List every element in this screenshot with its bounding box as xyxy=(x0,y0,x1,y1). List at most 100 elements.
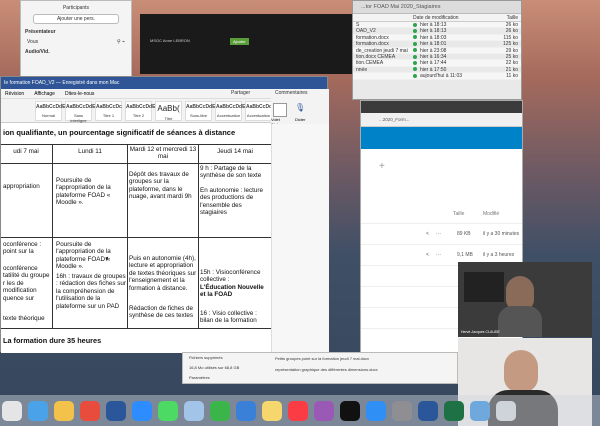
finder-row[interactable]: aujourd'hui à 11:03 11 ko xyxy=(353,73,521,80)
zoom-icon[interactable] xyxy=(132,400,152,421)
comments-button[interactable]: Commentaires xyxy=(275,90,308,96)
add-icon[interactable]: + xyxy=(379,161,385,172)
podcasts-icon[interactable] xyxy=(314,400,334,421)
word-icon[interactable] xyxy=(106,400,126,421)
day-3: Mardi 12 et mercredi 13 mai xyxy=(129,146,197,161)
dock xyxy=(0,395,600,426)
document-page[interactable]: ion qualifiante, un pourcentage signific… xyxy=(1,124,271,353)
excel-icon[interactable] xyxy=(444,400,464,421)
cell-8a: 15h : Visioconférence collective : xyxy=(200,269,261,284)
cell-1: appropriation xyxy=(3,183,40,190)
video-badge[interactable]: Ajouter xyxy=(230,38,249,45)
menu-tell[interactable]: Dites-le-nous xyxy=(65,89,94,98)
sync-status-icon xyxy=(413,41,417,46)
style-6[interactable]: AaBbCcDdEe Accentuation xyxy=(215,100,248,121)
row-size: 9,1 MB xyxy=(457,252,473,258)
finder-icon[interactable] xyxy=(28,400,48,421)
more-icon[interactable]: ··· xyxy=(436,252,441,258)
finder-window: ...tor FOAD Mai 2020_Stagiaires Date de … xyxy=(352,0,522,100)
cell-6b: 16h : travaux de groupes : rédaction des… xyxy=(56,273,127,310)
cell-7b: Rédaction de fiches de synthèse de ces t… xyxy=(129,305,194,320)
cell-5b: oconférence tatilité du groupe r les de … xyxy=(3,265,50,302)
keynote-icon[interactable] xyxy=(236,400,256,421)
ribbon-actions: Partager Commentaires Volet Styles 🎙 Dic… xyxy=(231,89,329,127)
person-head xyxy=(504,350,538,392)
style-3[interactable]: AaBbCcDdE Titre 2 xyxy=(125,100,155,121)
share-icon[interactable]: < xyxy=(426,252,429,258)
word-window: Ie formation FOAD_V2 — Enregistré dans m… xyxy=(0,76,329,353)
schedule-table: udi 7 mai Lundi 11 Mardi 12 et mercredi … xyxy=(1,144,271,329)
participant-item[interactable]: Vous ⚲ ⌁ xyxy=(21,37,131,47)
presenter-section: Présentateur xyxy=(25,29,56,35)
cell-8c: 16 : Visio collective : bilan de la form… xyxy=(200,310,257,325)
cell-5c: texte théorique xyxy=(3,315,45,322)
style-0[interactable]: AaBbCcDdEe Normal xyxy=(35,100,68,121)
chrome-icon[interactable] xyxy=(80,400,100,421)
finder-header: Date de modification Taille xyxy=(353,14,521,22)
row-size: 89 KB xyxy=(457,231,471,237)
share-button[interactable]: Partager xyxy=(231,90,250,96)
style-7[interactable]: AaBbCcDdEe Accentuation xyxy=(245,100,278,121)
cell-6a: Poursuite de l'appropriation de la plate… xyxy=(56,241,111,271)
popup-file-2[interactable]: représentation graphique des différentes… xyxy=(275,367,378,372)
url-bar[interactable]: ...2020_Form... xyxy=(361,113,522,127)
row-modified: il y a 3 heures xyxy=(483,252,515,258)
more-icon[interactable]: ··· xyxy=(436,231,441,237)
styles-pane-icon[interactable] xyxy=(273,103,287,117)
settings-icon[interactable] xyxy=(392,400,412,421)
popup-file-1[interactable]: Petits groupes point sur la formation je… xyxy=(275,356,369,361)
popup-usage: 16,8 Mo utilisés sur 68,8 GB xyxy=(189,365,240,370)
numbers-icon[interactable] xyxy=(210,400,230,421)
dictate-button[interactable]: Dicter xyxy=(295,117,305,122)
preview-icon[interactable] xyxy=(184,400,204,421)
finder-col-date[interactable]: Date de modification xyxy=(413,14,481,21)
share-icon[interactable]: < xyxy=(426,231,429,237)
col-size[interactable]: Taille xyxy=(453,211,464,217)
doc-heading: ion qualifiante, un pourcentage signific… xyxy=(3,128,236,137)
menu-revision[interactable]: Révision xyxy=(5,89,24,98)
sync-status-icon xyxy=(413,67,417,72)
music-icon[interactable] xyxy=(288,400,308,421)
add-participant-button[interactable]: Ajouter une pers. xyxy=(33,14,119,24)
word2-icon[interactable] xyxy=(418,400,438,421)
day-1: udi 7 mai xyxy=(13,148,39,155)
menu-affichage[interactable]: Affichage xyxy=(34,89,55,98)
sync-status-icon xyxy=(413,35,417,40)
finder-title: ...tor FOAD Mai 2020_Stagiaires xyxy=(353,1,521,14)
cell-8b: L'Éducation Nouvelle et la FOAD xyxy=(200,284,264,299)
sync-status-icon xyxy=(413,54,417,59)
sync-status-icon xyxy=(413,22,417,27)
person-head xyxy=(506,276,534,310)
popup-deleted[interactable]: Fichiers supprimés xyxy=(189,355,223,360)
notes-icon[interactable] xyxy=(262,400,282,421)
doc-footer: La formation dure 35 heures xyxy=(3,336,102,345)
style-1[interactable]: AaBbCcDdEe Sans interligne xyxy=(65,100,98,123)
finder2-icon[interactable] xyxy=(470,400,490,421)
video-window: MSGC Anne LEBRON Ajouter xyxy=(140,14,355,74)
messages-icon[interactable] xyxy=(158,400,178,421)
word-title: Ie formation FOAD_V2 — Enregistré dans m… xyxy=(1,77,327,89)
style-5[interactable]: AaBbCcDdEe Sous-titre xyxy=(185,100,218,121)
browser-tabs[interactable] xyxy=(361,101,522,113)
style-2[interactable]: AaBbCcDc Titre 1 xyxy=(95,100,122,121)
style-4[interactable]: AaBb(Titre xyxy=(155,100,182,121)
popup-settings[interactable]: Paramètres xyxy=(189,375,210,380)
appstore-icon[interactable] xyxy=(366,400,386,421)
nextcloud-header xyxy=(361,127,522,149)
webcam-label: Hervé-Jacques CLAUDE xyxy=(461,330,500,334)
cell-2: Poursuite de l'appropriation de la plate… xyxy=(56,177,111,207)
finder-col-size[interactable]: Taille xyxy=(481,14,521,21)
sync-status-icon xyxy=(413,48,417,53)
photos-icon[interactable] xyxy=(54,400,74,421)
mic-icon[interactable]: ⚲ ⌁ xyxy=(117,39,125,45)
tv-icon[interactable] xyxy=(340,400,360,421)
col-modified[interactable]: Modifié xyxy=(483,211,499,217)
trash-icon[interactable] xyxy=(496,400,516,421)
dictate-icon[interactable]: 🎙 xyxy=(295,103,305,112)
calendar-icon[interactable] xyxy=(2,400,22,421)
row-modified: il y a 30 minutes xyxy=(483,231,520,237)
cell-4a: 9 h : Partage de la synthèse de son text… xyxy=(200,165,262,180)
sync-status-icon xyxy=(413,61,417,66)
right-margin xyxy=(271,124,329,353)
cell-7a: Puis en autonomie (4h), lecture et appro… xyxy=(129,255,197,292)
